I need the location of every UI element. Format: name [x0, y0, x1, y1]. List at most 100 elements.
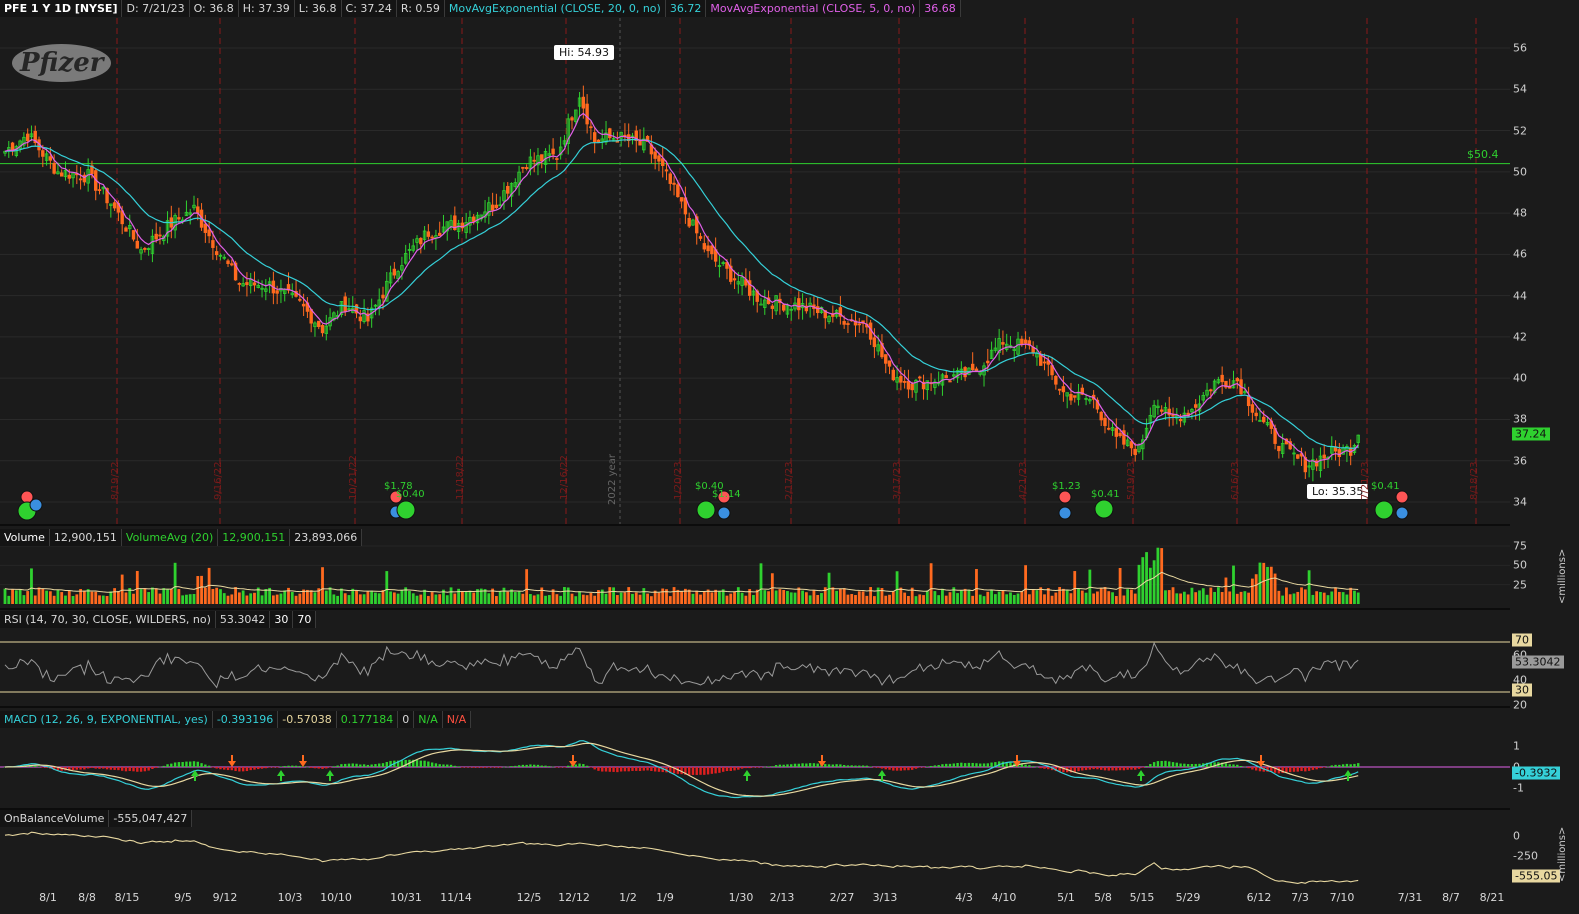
macd-histogram-bar	[926, 766, 929, 767]
volume-bar	[445, 595, 449, 604]
volume-study-header[interactable]: Volume 12,900,151 VolumeAvg (20) 12,900,151…	[0, 529, 363, 546]
macd-histogram-bar	[567, 765, 570, 767]
volume-bar	[1164, 590, 1167, 604]
price-tick-label: 50	[1513, 165, 1527, 179]
volume-bar	[366, 591, 370, 604]
volume-bar	[11, 589, 14, 604]
volume-bar	[328, 587, 332, 604]
macd-histogram-bar	[948, 763, 952, 767]
volume-bar	[986, 591, 990, 604]
macd-histogram-bar	[336, 765, 339, 767]
macd-study-header[interactable]: MACD (12, 26, 9, EXPONENTIAL, yes) -0.393…	[0, 711, 472, 728]
macd-histogram-bar	[189, 761, 192, 767]
macd-histogram-bar	[238, 767, 241, 772]
candle-body	[494, 204, 499, 209]
event-marker-icon	[29, 498, 43, 512]
date-axis-label: 4/10	[991, 891, 1017, 904]
date-axis-label: 12/5	[516, 891, 542, 904]
dividend-label: $1.23	[1052, 481, 1081, 492]
candle-body	[698, 236, 703, 239]
macd-histogram-bar	[903, 767, 906, 771]
volume-bar	[649, 596, 653, 604]
volume-bar	[1262, 562, 1266, 604]
volume-bar	[241, 590, 245, 604]
month-date-label: 7/21/23	[1360, 461, 1371, 500]
volume-bar	[52, 595, 56, 604]
volume-bar	[37, 587, 41, 604]
macd-histogram-bar	[1304, 767, 1307, 772]
macd-histogram-bar	[1175, 762, 1178, 767]
volume-bar	[585, 595, 589, 604]
macd-histogram-bar	[1300, 767, 1303, 772]
macd-histogram-bar	[922, 767, 925, 768]
macd-histogram-bar	[1323, 767, 1326, 768]
rsi-study-header[interactable]: RSI (14, 70, 30, CLOSE, WILDERS, no) 53.3…	[0, 611, 317, 628]
macd-histogram-bar	[185, 761, 188, 767]
volume-bar	[340, 588, 343, 604]
candle-body	[1220, 374, 1224, 383]
volume-bar	[1334, 587, 1337, 604]
candle-body	[230, 263, 234, 266]
macd-histogram-bar	[351, 763, 354, 767]
macd-histogram-bar	[472, 767, 475, 768]
volume-bar	[506, 591, 510, 604]
macd-histogram-bar	[139, 767, 143, 772]
volume-bar	[967, 589, 971, 604]
volume-bar	[355, 590, 358, 604]
candle-body	[1099, 411, 1103, 421]
obv-chart[interactable]	[0, 810, 1510, 888]
dividend-label: $0.41	[1091, 489, 1120, 500]
volume-bar	[1096, 591, 1099, 604]
macd-histogram-bar	[744, 767, 748, 769]
volume-bar	[1315, 591, 1319, 604]
macd-histogram-bar	[945, 763, 948, 767]
candle-body	[381, 294, 385, 299]
date-axis-label: 2/13	[769, 891, 795, 904]
price-study-header[interactable]: PFE 1 Y 1D [NYSE] D: 7/21/23 O: 36.8 H: 37.…	[0, 0, 961, 17]
buy-signal-arrow-icon	[743, 770, 751, 781]
volume-bar	[166, 589, 169, 604]
macd-histogram-bar	[986, 763, 989, 767]
macd-histogram-bar	[355, 763, 358, 767]
date-axis-label: 4/3	[955, 891, 973, 904]
price-chart[interactable]	[0, 0, 1510, 524]
volume-bar	[971, 595, 975, 604]
obv-study-header[interactable]: OnBalanceVolume -555,047,427	[0, 810, 193, 827]
candle-body	[653, 151, 657, 159]
volume-bar	[22, 595, 26, 604]
volume-bar	[135, 570, 139, 604]
volume-bar	[487, 593, 491, 604]
candle-body	[1254, 412, 1258, 417]
macd-histogram-bar	[71, 767, 75, 771]
macd-histogram-bar	[805, 763, 808, 767]
volume-bar	[801, 590, 804, 604]
event-marker-icon	[1094, 499, 1114, 519]
macd-histogram-bar	[687, 767, 691, 776]
candle-body	[358, 316, 363, 322]
macd-histogram-bar	[317, 767, 320, 769]
candle-body	[143, 248, 147, 250]
volume-bar	[472, 592, 476, 604]
volume-bar	[529, 594, 532, 604]
candle-body	[1118, 432, 1122, 437]
volume-bar	[18, 589, 22, 604]
volume-bar	[26, 591, 30, 604]
volume-bar	[98, 595, 101, 604]
macd-histogram-bar	[298, 765, 302, 767]
volume-bar	[396, 593, 400, 604]
candle-body	[585, 103, 589, 125]
volume-bar	[547, 595, 551, 604]
macd-histogram-bar	[695, 767, 698, 775]
macd-histogram-bar	[1232, 764, 1235, 767]
candle-body	[524, 167, 529, 170]
macd-histogram-bar	[808, 763, 812, 767]
volume-bar	[343, 593, 347, 604]
macd-histogram-bar	[1239, 765, 1243, 767]
macd-histogram-bar	[381, 763, 385, 767]
price-axis[interactable]	[1510, 0, 1579, 524]
macd-histogram-bar	[691, 767, 695, 775]
volume-bar	[559, 595, 563, 604]
price-header-item-7: MovAvgExponential (CLOSE, 20, 0, no)	[444, 0, 666, 17]
volume-bar	[120, 574, 124, 604]
volume-bar	[895, 571, 899, 604]
